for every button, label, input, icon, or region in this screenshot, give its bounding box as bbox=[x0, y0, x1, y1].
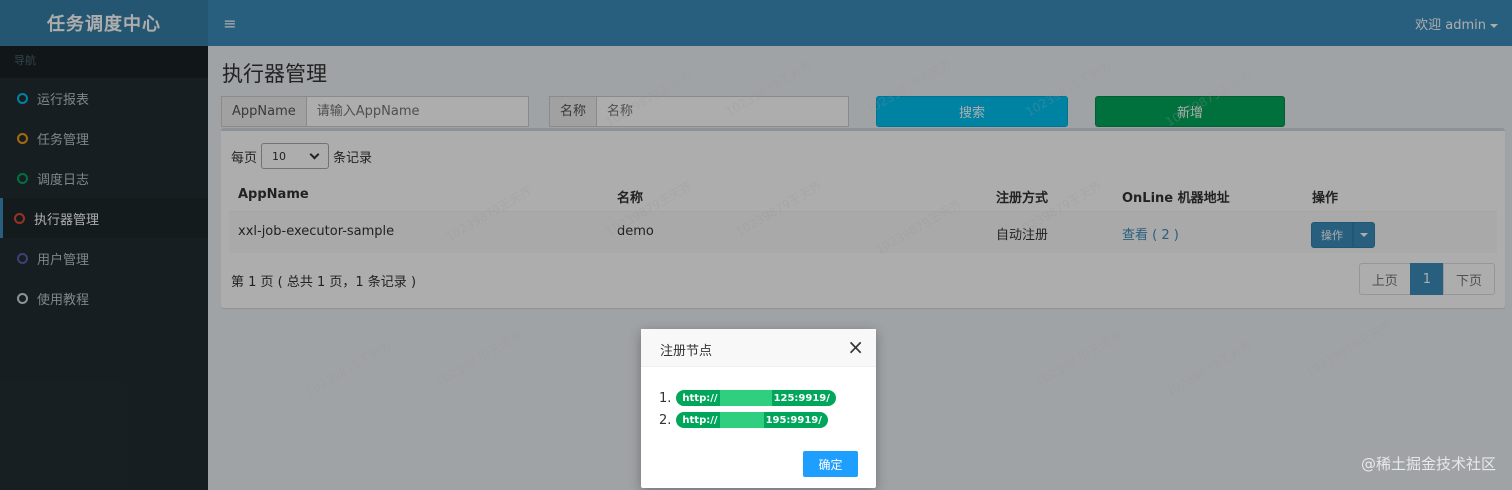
watermark: 10239879王天齐 bbox=[723, 58, 815, 120]
register-nodes-modal: 注册节点 × 1. http:// 125:9919/ 2. http:// 1… bbox=[641, 329, 876, 488]
node-index: 1. bbox=[659, 390, 672, 406]
watermark: 10239879王天齐 bbox=[1303, 318, 1395, 380]
node-address-prefix: http:// bbox=[682, 392, 718, 404]
node-address-suffix: 125:9919/ bbox=[773, 392, 830, 404]
watermark: 10239879王天齐 bbox=[733, 178, 825, 240]
watermark: 10239879王天齐 bbox=[1163, 338, 1255, 400]
corner-watermark: @稀土掘金技术社区 bbox=[1360, 455, 1496, 473]
watermark: 10239879王天齐 bbox=[1033, 328, 1125, 390]
watermark: 10239879王天齐 bbox=[1023, 58, 1115, 120]
node-index: 2. bbox=[659, 412, 672, 428]
node-address-prefix: http:// bbox=[682, 414, 718, 426]
watermark: 10239879王天齐 bbox=[863, 56, 955, 118]
redaction-mask bbox=[719, 412, 764, 428]
watermark: 10239879王天齐 bbox=[1013, 178, 1105, 240]
watermark: 10239879王天齐 bbox=[1163, 68, 1255, 130]
node-address-badge: http:// 195:9919/ bbox=[676, 412, 828, 428]
modal-header: 注册节点 × bbox=[641, 329, 876, 367]
modal-title: 注册节点 bbox=[660, 344, 713, 359]
node-list: 1. http:// 125:9919/ 2. http:// 195:9919… bbox=[659, 387, 836, 431]
watermark: 10239879王天齐 bbox=[873, 196, 965, 258]
watermark: 10239879王天齐 bbox=[443, 183, 535, 245]
node-address-badge: http:// 125:9919/ bbox=[676, 390, 836, 406]
list-item: 2. http:// 195:9919/ bbox=[659, 409, 836, 431]
watermark: 10239879王天齐 bbox=[303, 338, 395, 400]
watermark: 10239879王天齐 bbox=[603, 178, 695, 240]
close-icon[interactable]: × bbox=[847, 337, 864, 357]
redaction-mask bbox=[719, 390, 772, 406]
watermark: 10239879王天齐 bbox=[603, 68, 695, 130]
watermark: 10239879王天齐 bbox=[433, 328, 525, 390]
confirm-button[interactable]: 确定 bbox=[803, 451, 858, 477]
modal-backdrop[interactable]: 10239879王天齐 10239879王天齐 10239879王天齐 1023… bbox=[0, 0, 1512, 490]
list-item: 1. http:// 125:9919/ bbox=[659, 387, 836, 409]
node-address-suffix: 195:9919/ bbox=[765, 414, 822, 426]
